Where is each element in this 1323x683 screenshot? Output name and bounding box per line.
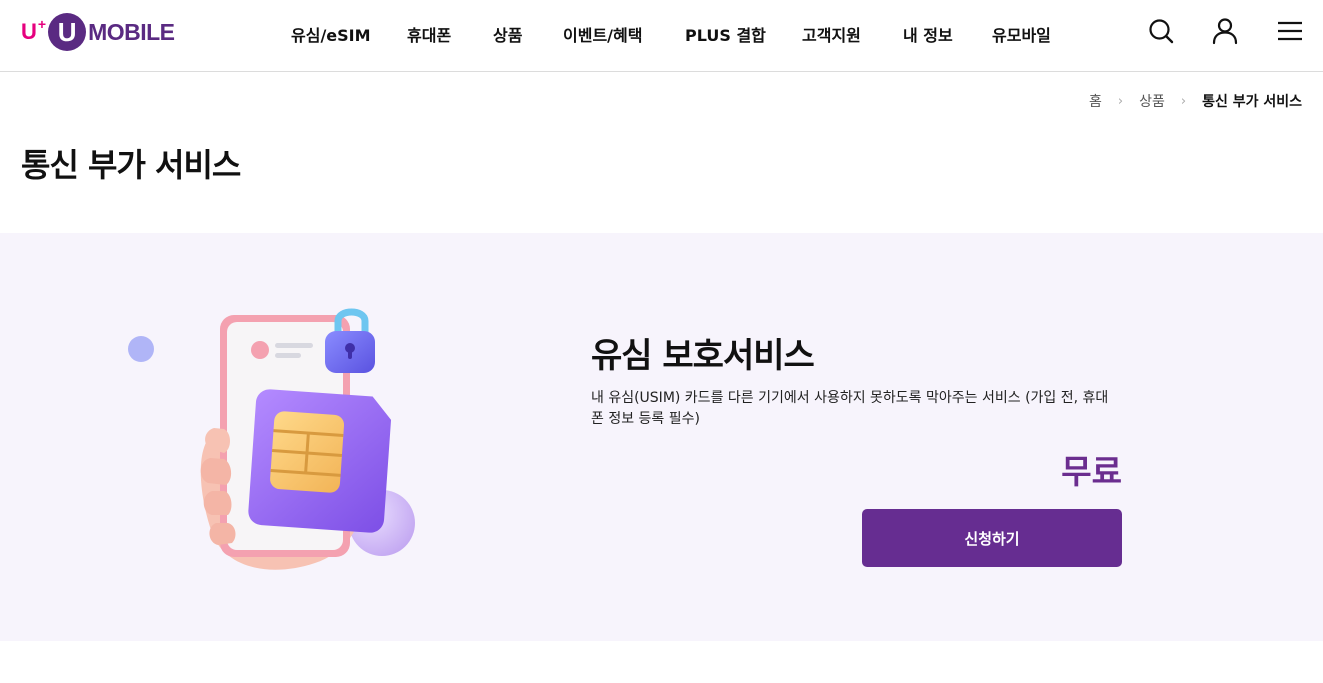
breadcrumb-home[interactable]: 홈 — [1089, 91, 1102, 111]
breadcrumb-products[interactable]: 상품 — [1139, 91, 1165, 111]
logo-circle-u: U — [48, 13, 87, 51]
chevron-right-icon: › — [1117, 93, 1124, 109]
menu-icon[interactable] — [1275, 16, 1305, 46]
umobile-logo[interactable]: U + U MOBILE — [21, 12, 175, 52]
breadcrumb: 홈 › 상품 › 통신 부가 서비스 — [1089, 91, 1302, 111]
nav-item-products[interactable]: 상품 — [493, 22, 522, 46]
chevron-right-icon: › — [1180, 93, 1187, 109]
logo-plus: + — [37, 16, 47, 32]
service-name: 유심 보호서비스 — [591, 336, 815, 376]
phone-sim-lock-illustration — [120, 293, 430, 583]
site-header: U + U MOBILE 유심/eSIM 휴대폰 상품 이벤트/혜택 PLUS … — [0, 0, 1323, 72]
logo-text: MOBILE — [88, 18, 175, 45]
nav-item-umobile[interactable]: 유모바일 — [992, 22, 1051, 46]
page-title: 통신 부가 서비스 — [21, 146, 241, 184]
nav-item-plus[interactable]: PLUS 결합 — [685, 22, 766, 46]
user-icon[interactable] — [1210, 16, 1240, 46]
nav-item-phone[interactable]: 휴대폰 — [407, 22, 451, 46]
nav-item-usim[interactable]: 유심/eSIM — [291, 22, 371, 46]
breadcrumb-current: 통신 부가 서비스 — [1202, 94, 1302, 110]
nav-item-events[interactable]: 이벤트/혜택 — [563, 22, 642, 46]
logo-u: U — [21, 19, 37, 44]
search-icon[interactable] — [1146, 16, 1176, 46]
nav-item-myinfo[interactable]: 내 정보 — [903, 22, 953, 46]
service-card: 유심 보호서비스 내 유심(USIM) 카드를 다른 기기에서 사용하지 못하도… — [0, 233, 1323, 641]
service-description: 내 유심(USIM) 카드를 다른 기기에서 사용하지 못하도록 막아주는 서비… — [591, 390, 1109, 427]
nav-item-support[interactable]: 고객지원 — [802, 22, 861, 46]
apply-button[interactable]: 신청하기 — [862, 509, 1122, 567]
service-price: 무료 — [1061, 452, 1122, 491]
